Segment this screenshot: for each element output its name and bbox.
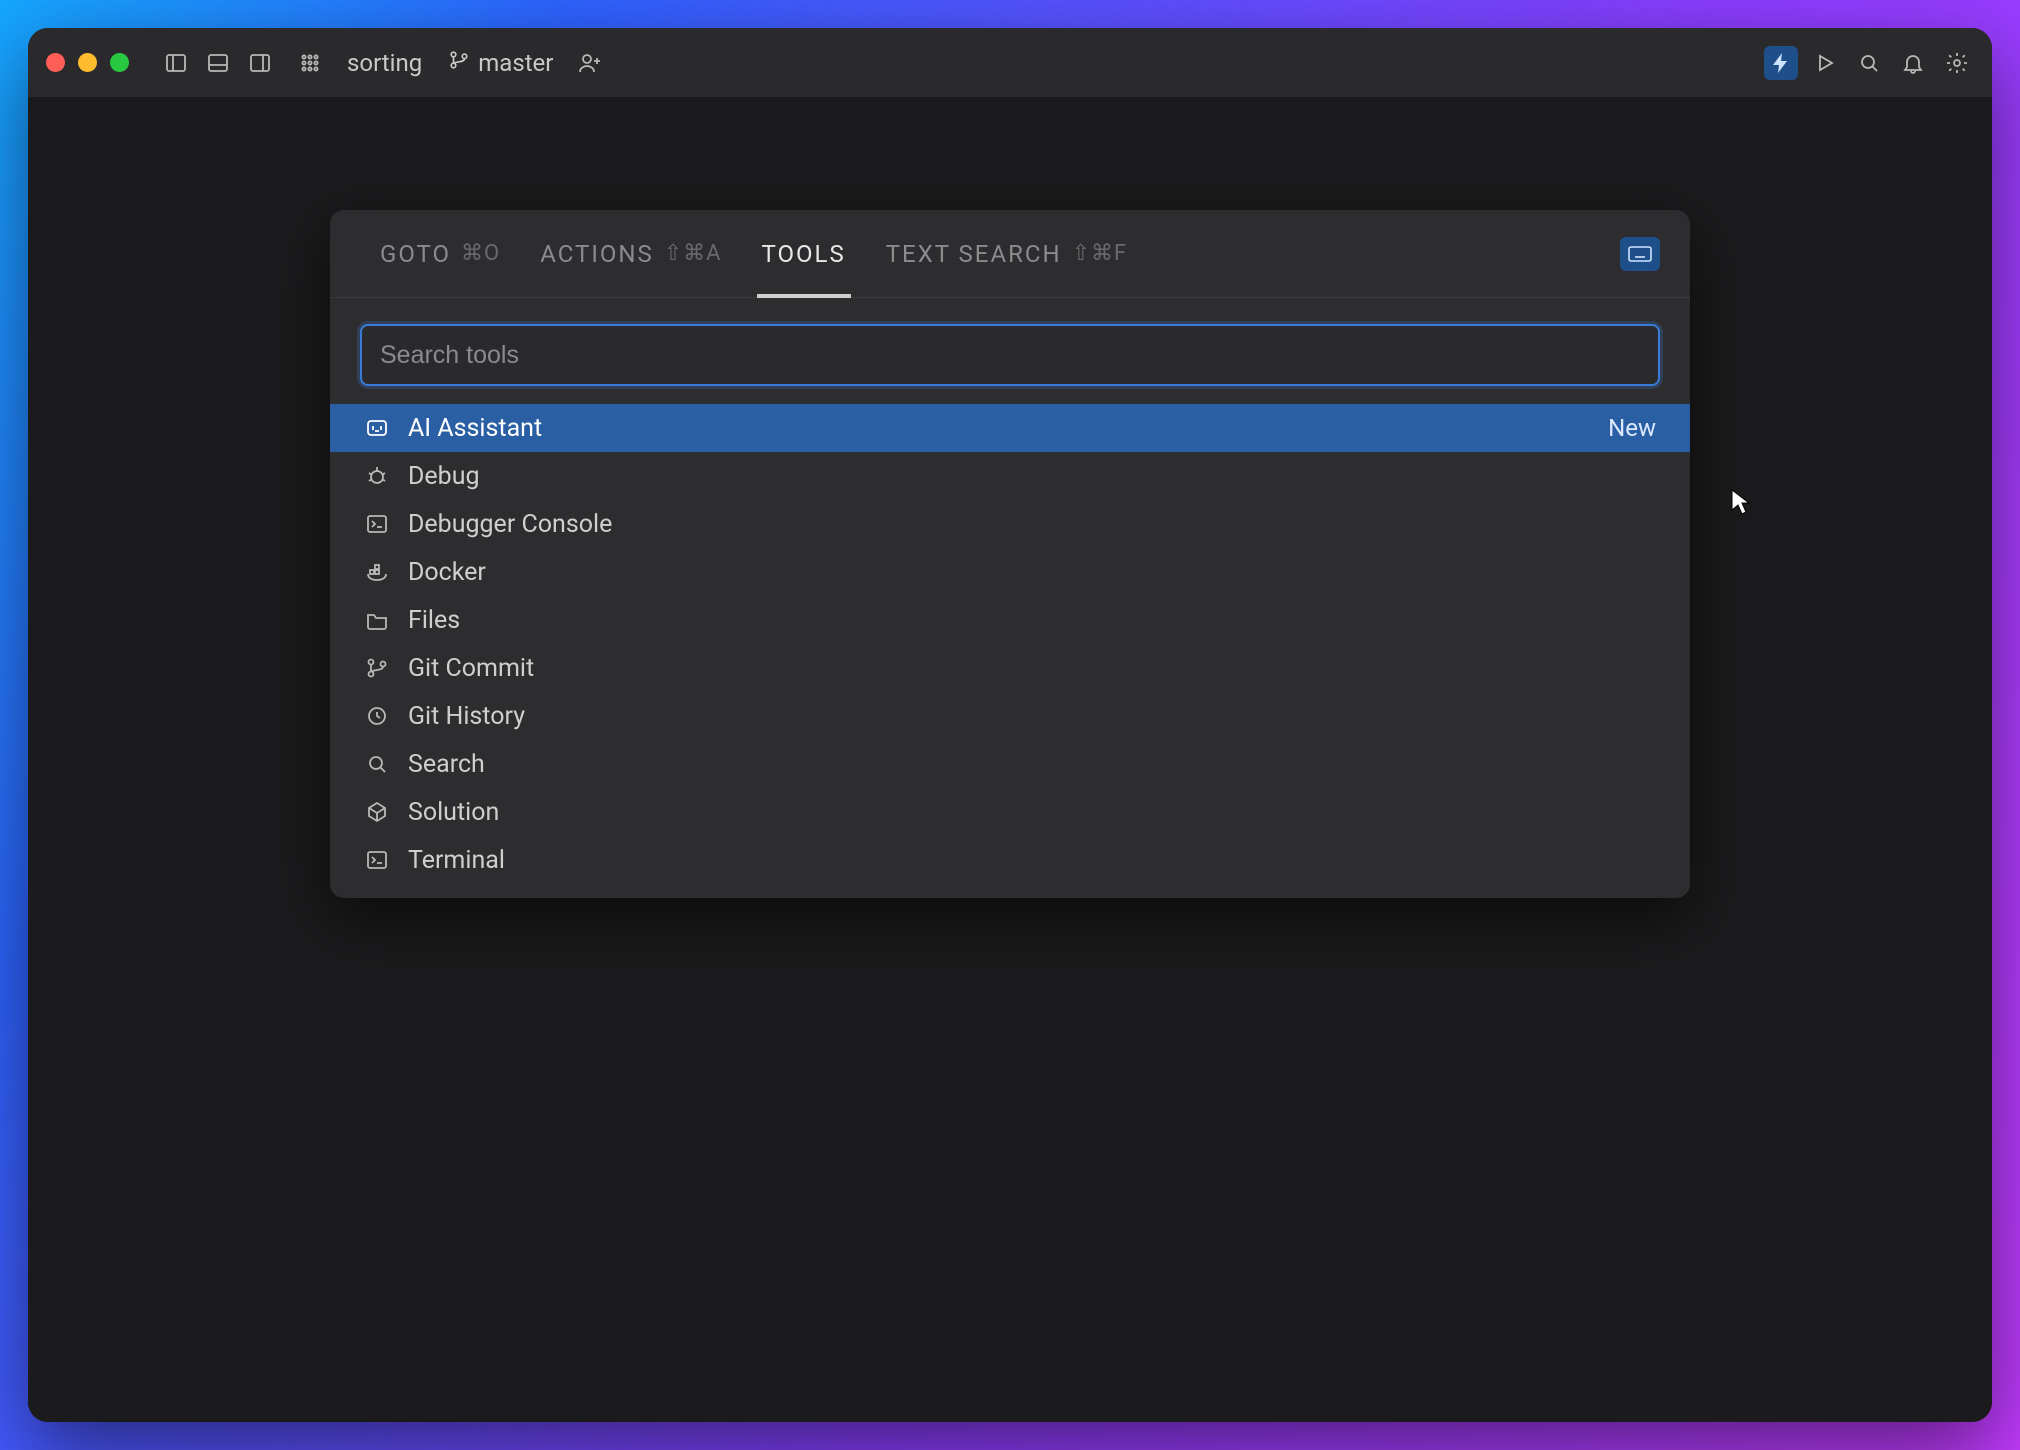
result-label: AI Assistant bbox=[408, 414, 542, 443]
tab-tools[interactable]: TOOLS bbox=[742, 210, 866, 297]
result-label: Debug bbox=[408, 462, 480, 491]
tab-label: TEXT SEARCH bbox=[886, 240, 1062, 268]
result-row[interactable]: AI Assistant New bbox=[330, 404, 1690, 452]
folder-icon bbox=[364, 607, 390, 633]
close-window-button[interactable] bbox=[46, 53, 65, 72]
tab-shortcut: ⇧⌘A bbox=[664, 241, 722, 266]
panel-left-icon[interactable] bbox=[159, 46, 193, 80]
popup-tabs: GOTO ⌘O ACTIONS ⇧⌘A TOOLS TEXT SEARCH ⇧⌘… bbox=[330, 210, 1690, 298]
settings-icon[interactable] bbox=[1940, 46, 1974, 80]
results-list: AI Assistant New Debug Debugger Console Dock… bbox=[330, 404, 1690, 898]
clock-icon bbox=[364, 703, 390, 729]
branch-name: master bbox=[478, 49, 553, 77]
search-input[interactable] bbox=[360, 324, 1660, 386]
result-row[interactable]: Debugger Console bbox=[330, 500, 1690, 548]
branch-icon bbox=[448, 49, 470, 77]
tab-shortcut: ⇧⌘F bbox=[1072, 241, 1128, 266]
mouse-cursor bbox=[1730, 488, 1750, 516]
apps-grid-icon[interactable] bbox=[293, 46, 327, 80]
result-row[interactable]: Search bbox=[330, 740, 1690, 788]
result-row[interactable]: Files bbox=[330, 596, 1690, 644]
console-icon bbox=[364, 511, 390, 537]
tab-label: TOOLS bbox=[762, 240, 846, 268]
window-controls bbox=[46, 53, 129, 72]
run-icon[interactable] bbox=[1808, 46, 1842, 80]
result-row[interactable]: Debug bbox=[330, 452, 1690, 500]
bug-icon bbox=[364, 463, 390, 489]
tab-actions[interactable]: ACTIONS ⇧⌘A bbox=[520, 210, 741, 297]
titlebar: sorting master bbox=[28, 28, 1992, 98]
add-user-icon[interactable] bbox=[573, 46, 607, 80]
ai-icon bbox=[364, 415, 390, 441]
panel-right-icon[interactable] bbox=[243, 46, 277, 80]
tab-goto[interactable]: GOTO ⌘O bbox=[360, 210, 520, 297]
tab-label: GOTO bbox=[380, 240, 451, 268]
tab-text-search[interactable]: TEXT SEARCH ⇧⌘F bbox=[866, 210, 1147, 297]
minimize-window-button[interactable] bbox=[78, 53, 97, 72]
panel-bottom-icon[interactable] bbox=[201, 46, 235, 80]
docker-icon bbox=[364, 559, 390, 585]
search-icon[interactable] bbox=[1852, 46, 1886, 80]
git-branch-selector[interactable]: master bbox=[448, 49, 553, 77]
result-label: Files bbox=[408, 606, 460, 635]
result-label: Git History bbox=[408, 702, 525, 731]
result-row[interactable]: Terminal bbox=[330, 836, 1690, 884]
result-label: Git Commit bbox=[408, 654, 534, 683]
tab-label: ACTIONS bbox=[540, 240, 654, 268]
keyboard-icon[interactable] bbox=[1620, 237, 1660, 271]
result-label: Search bbox=[408, 750, 485, 779]
branch-icon bbox=[364, 655, 390, 681]
terminal-icon bbox=[364, 847, 390, 873]
result-label: Docker bbox=[408, 558, 486, 587]
result-label: Terminal bbox=[408, 846, 505, 875]
search-everywhere-popup: GOTO ⌘O ACTIONS ⇧⌘A TOOLS TEXT SEARCH ⇧⌘… bbox=[330, 210, 1690, 898]
result-label: Solution bbox=[408, 798, 499, 827]
solution-icon bbox=[364, 799, 390, 825]
app-window: sorting master bbox=[28, 28, 1992, 1422]
result-badge: New bbox=[1608, 414, 1656, 442]
result-row[interactable]: Solution bbox=[330, 788, 1690, 836]
result-row[interactable]: Docker bbox=[330, 548, 1690, 596]
tab-shortcut: ⌘O bbox=[461, 241, 500, 266]
maximize-window-button[interactable] bbox=[110, 53, 129, 72]
result-row[interactable]: Git Commit bbox=[330, 644, 1690, 692]
result-label: Debugger Console bbox=[408, 510, 612, 539]
editor-area: GOTO ⌘O ACTIONS ⇧⌘A TOOLS TEXT SEARCH ⇧⌘… bbox=[28, 98, 1992, 1422]
result-row[interactable]: Git History bbox=[330, 692, 1690, 740]
ai-bolt-icon[interactable] bbox=[1764, 46, 1798, 80]
project-name[interactable]: sorting bbox=[347, 49, 422, 77]
bell-icon[interactable] bbox=[1896, 46, 1930, 80]
search-icon bbox=[364, 751, 390, 777]
